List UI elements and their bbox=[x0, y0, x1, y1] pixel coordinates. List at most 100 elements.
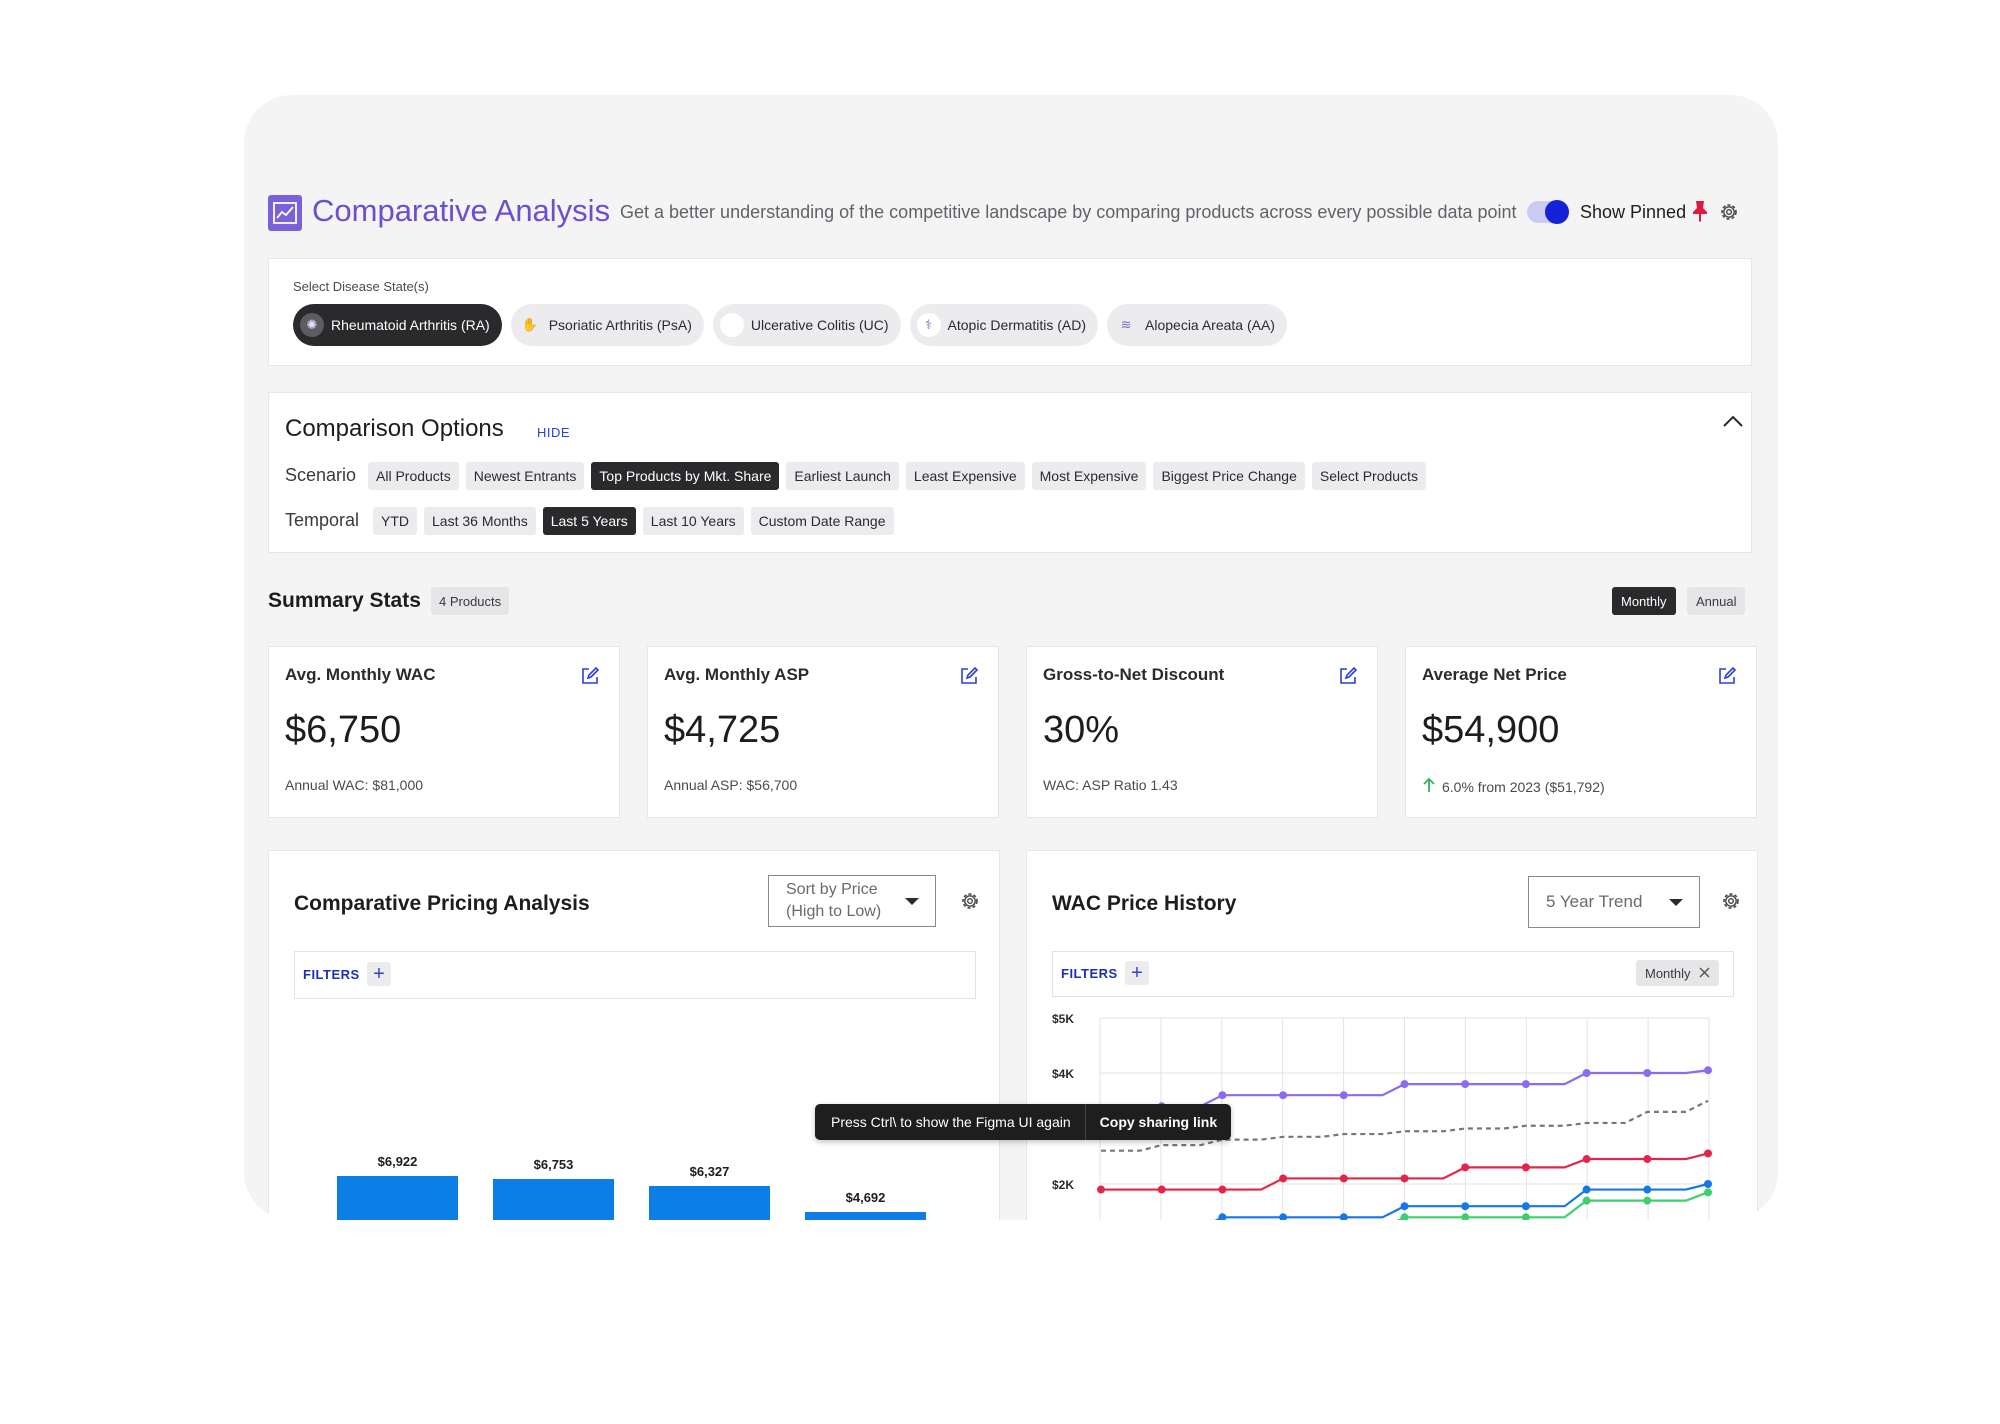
disease-chip-aa[interactable]: ≋ Alopecia Areata (AA) bbox=[1107, 304, 1287, 346]
stat-footnote: Annual WAC: $81,000 bbox=[285, 777, 423, 793]
temporal-last-5-years[interactable]: Last 5 Years bbox=[542, 507, 636, 535]
series-point[interactable] bbox=[1521, 1163, 1530, 1172]
series-point[interactable] bbox=[1218, 1213, 1227, 1220]
series-point[interactable] bbox=[1218, 1091, 1227, 1100]
stat-footnote-text: Annual ASP: $56,700 bbox=[664, 777, 798, 793]
series-point[interactable] bbox=[1521, 1202, 1530, 1211]
add-filter-plus-icon[interactable]: + bbox=[367, 962, 391, 986]
series-point[interactable] bbox=[1339, 1174, 1348, 1183]
series-point[interactable] bbox=[1279, 1213, 1288, 1220]
trend-select-value: 5 Year Trend bbox=[1546, 892, 1643, 911]
disease-chip-ad[interactable]: ⚕ Atopic Dermatitis (AD) bbox=[909, 304, 1099, 346]
temporal-custom-date-range[interactable]: Custom Date Range bbox=[750, 507, 894, 535]
scenario-newest-entrants[interactable]: Newest Entrants bbox=[465, 462, 585, 490]
scenario-label: Scenario bbox=[285, 465, 357, 485]
monthly-filter-pill[interactable]: Monthly bbox=[1636, 960, 1719, 986]
sort-select-line-1: Sort by Price bbox=[786, 881, 878, 898]
filters-label: FILTERS bbox=[1061, 966, 1118, 981]
sort-select-line-2: (High to Low) bbox=[786, 903, 882, 920]
series-point[interactable] bbox=[1400, 1174, 1409, 1183]
scenario-all-products[interactable]: All Products bbox=[368, 462, 459, 490]
price-bar[interactable] bbox=[493, 1179, 614, 1220]
disease-chip-uc[interactable]: Ulcerative Colitis (UC) bbox=[712, 304, 901, 346]
series-point[interactable] bbox=[1521, 1213, 1530, 1220]
chevron-up-icon[interactable] bbox=[1722, 414, 1744, 428]
scenario-most-expensive[interactable]: Most Expensive bbox=[1031, 462, 1147, 490]
monthly-pill-label: Monthly bbox=[1645, 965, 1691, 981]
toggle-knob bbox=[1545, 200, 1569, 224]
scenario-earliest-launch[interactable]: Earliest Launch bbox=[786, 462, 899, 490]
disease-state-panel: Select Disease State(s) ✺ Rheumatoid Art… bbox=[268, 258, 1752, 366]
price-bar[interactable] bbox=[805, 1212, 926, 1220]
temporal-last-10-years[interactable]: Last 10 Years bbox=[642, 507, 744, 535]
series-point[interactable] bbox=[1461, 1202, 1470, 1211]
edit-icon[interactable] bbox=[1718, 666, 1737, 685]
disease-chip-psa[interactable]: ✋ Psoriatic Arthritis (PsA) bbox=[510, 304, 704, 346]
annual-toggle[interactable]: Annual bbox=[1687, 587, 1746, 615]
series-point[interactable] bbox=[1643, 1069, 1652, 1077]
comparative-pricing-panel: Comparative Pricing Analysis Sort by Pri… bbox=[268, 850, 1000, 1220]
series-point[interactable] bbox=[1157, 1185, 1166, 1194]
series-point[interactable] bbox=[1582, 1155, 1591, 1164]
settings-gear-icon[interactable] bbox=[1720, 890, 1742, 912]
price-bar[interactable] bbox=[649, 1186, 770, 1220]
history-filter-bar: FILTERS + Monthly bbox=[1052, 951, 1734, 997]
series-point[interactable] bbox=[1339, 1091, 1348, 1100]
disease-chip-list: ✺ Rheumatoid Arthritis (RA) ✋ Psoriatic … bbox=[293, 304, 1287, 346]
trend-select[interactable]: 5 Year Trend bbox=[1528, 876, 1700, 928]
temporal-ytd[interactable]: YTD bbox=[373, 507, 417, 535]
scenario-least-expensive[interactable]: Least Expensive bbox=[905, 462, 1025, 490]
settings-gear-icon[interactable] bbox=[959, 890, 981, 912]
close-icon[interactable] bbox=[1699, 966, 1710, 981]
series-point[interactable] bbox=[1582, 1196, 1591, 1205]
edit-icon[interactable] bbox=[1339, 666, 1358, 685]
pin-icon[interactable] bbox=[1690, 199, 1710, 223]
series-point[interactable] bbox=[1279, 1091, 1288, 1100]
series-point[interactable] bbox=[1704, 1188, 1712, 1197]
edit-icon[interactable] bbox=[960, 666, 979, 685]
stat-value: $6,750 bbox=[285, 709, 402, 751]
stat-value: $54,900 bbox=[1422, 709, 1560, 751]
series-point[interactable] bbox=[1704, 1149, 1712, 1158]
comparison-options-panel: Comparison Options HIDE Scenario All Pro… bbox=[268, 392, 1752, 553]
chip-label: Atopic Dermatitis (AD) bbox=[947, 317, 1087, 333]
stat-footnote: Annual ASP: $56,700 bbox=[664, 777, 797, 793]
series-point[interactable] bbox=[1704, 1066, 1712, 1075]
edit-icon[interactable] bbox=[581, 666, 600, 685]
show-pinned-toggle[interactable] bbox=[1527, 200, 1569, 224]
series-point[interactable] bbox=[1521, 1080, 1530, 1089]
series-point[interactable] bbox=[1643, 1185, 1652, 1194]
temporal-last-36-months[interactable]: Last 36 Months bbox=[424, 507, 536, 535]
add-filter-plus-icon[interactable]: + bbox=[1125, 961, 1149, 985]
hide-options-link[interactable]: HIDE bbox=[537, 425, 570, 440]
toast-message: Press Ctrl\ to show the Figma UI again bbox=[831, 1114, 1071, 1130]
settings-gear-icon[interactable] bbox=[1718, 201, 1740, 223]
series-point[interactable] bbox=[1461, 1163, 1470, 1172]
series-point[interactable] bbox=[1400, 1080, 1409, 1089]
price-bar[interactable] bbox=[337, 1176, 458, 1220]
series-point[interactable] bbox=[1704, 1180, 1712, 1188]
scenario-select-products[interactable]: Select Products bbox=[1311, 462, 1426, 490]
monthly-toggle[interactable]: Monthly bbox=[1612, 587, 1676, 615]
stat-title: Avg. Monthly WAC bbox=[285, 665, 436, 684]
series-point[interactable] bbox=[1582, 1069, 1591, 1077]
series-point[interactable] bbox=[1339, 1213, 1348, 1220]
stat-footnote-text: 6.0% from 2023 ($51,792) bbox=[1442, 778, 1605, 795]
disease-chip-ra[interactable]: ✺ Rheumatoid Arthritis (RA) bbox=[293, 304, 502, 346]
series-point[interactable] bbox=[1218, 1185, 1227, 1194]
series-point[interactable] bbox=[1400, 1213, 1409, 1220]
summary-stats-title: Summary Stats bbox=[268, 589, 421, 612]
scenario-top-products[interactable]: Top Products by Mkt. Share bbox=[591, 462, 780, 490]
series-point[interactable] bbox=[1461, 1080, 1470, 1089]
copy-sharing-link-button[interactable]: Copy sharing link bbox=[1086, 1114, 1231, 1130]
sort-select[interactable]: Sort by Price (High to Low) bbox=[768, 875, 936, 927]
series-point[interactable] bbox=[1643, 1155, 1652, 1164]
series-point[interactable] bbox=[1461, 1213, 1470, 1220]
series-point[interactable] bbox=[1097, 1185, 1105, 1194]
temporal-tags: YTD Last 36 Months Last 5 Years Last 10 … bbox=[373, 507, 894, 535]
series-point[interactable] bbox=[1400, 1202, 1409, 1211]
scenario-biggest-price-change[interactable]: Biggest Price Change bbox=[1153, 462, 1305, 490]
series-point[interactable] bbox=[1643, 1196, 1652, 1205]
series-point[interactable] bbox=[1582, 1185, 1591, 1194]
series-point[interactable] bbox=[1279, 1174, 1288, 1183]
